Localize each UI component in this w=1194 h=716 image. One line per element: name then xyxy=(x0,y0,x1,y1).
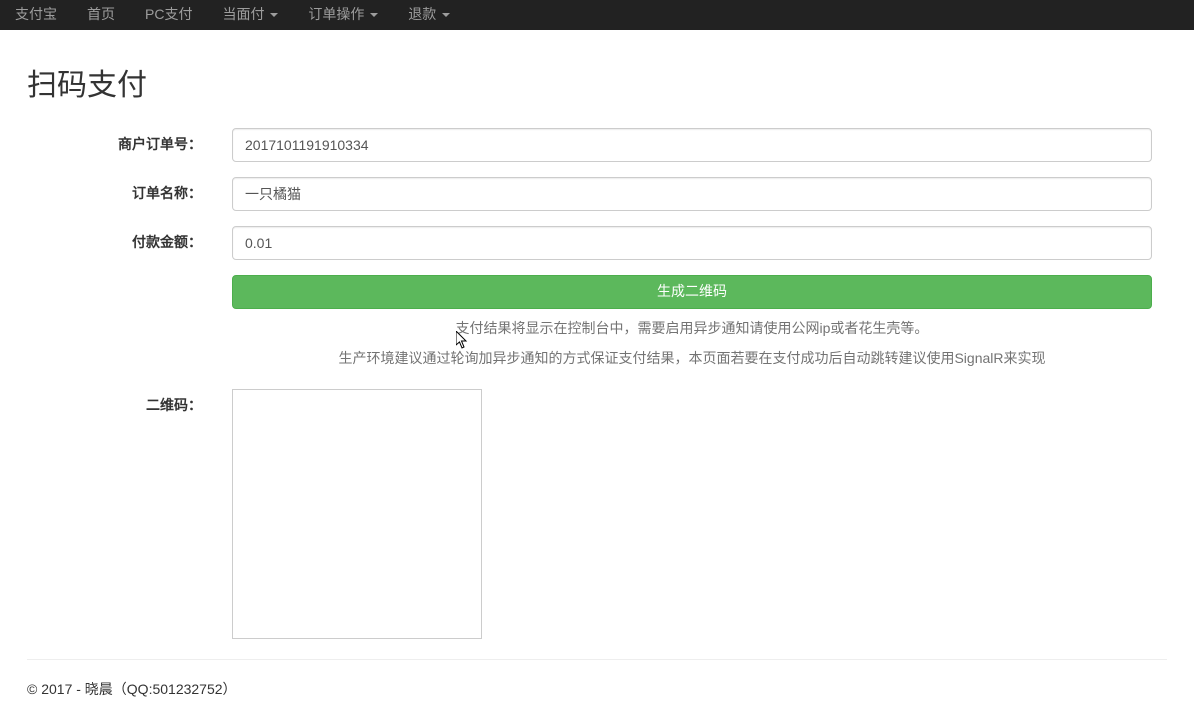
help-text-2: 生产环境建议通过轮询加异步通知的方式保证支付结果，本页面若要在支付成功后自动跳转… xyxy=(232,349,1152,369)
footer-text: © 2017 - 晓晨（QQ:501232752） xyxy=(27,680,1167,700)
order-name-input[interactable] xyxy=(232,177,1152,211)
amount-input[interactable] xyxy=(232,226,1152,260)
generate-qrcode-button[interactable]: 生成二维码 xyxy=(232,275,1152,309)
page-title: 扫码支付 xyxy=(27,65,1167,108)
payment-form: 商户订单号： 订单名称： 付款金额： 生成二维码 支付结果将显示在控制台中，需要… xyxy=(27,128,1167,639)
qrcode-label: 二维码： xyxy=(27,389,217,416)
navbar-nav: 首页 PC支付 当面付 订单操作 退款 xyxy=(72,0,465,30)
qrcode-box xyxy=(232,389,482,639)
top-navbar: 支付宝 首页 PC支付 当面付 订单操作 退款 xyxy=(0,0,1194,30)
order-no-label: 商户订单号： xyxy=(27,135,217,155)
order-name-label: 订单名称： xyxy=(27,184,217,204)
divider xyxy=(27,659,1167,660)
chevron-down-icon xyxy=(270,13,278,17)
chevron-down-icon xyxy=(370,13,378,17)
main-container: 扫码支付 商户订单号： 订单名称： 付款金额： 生成二维码 支付结果将显示在控制… xyxy=(12,30,1182,715)
nav-face-pay[interactable]: 当面付 xyxy=(207,0,293,30)
nav-order-ops[interactable]: 订单操作 xyxy=(293,0,393,30)
navbar-brand[interactable]: 支付宝 xyxy=(15,0,72,30)
nav-home[interactable]: 首页 xyxy=(72,0,130,30)
help-text-1: 支付结果将显示在控制台中，需要启用异步通知请使用公网ip或者花生壳等。 xyxy=(232,319,1152,339)
order-no-input[interactable] xyxy=(232,128,1152,162)
nav-refund[interactable]: 退款 xyxy=(393,0,465,30)
chevron-down-icon xyxy=(442,13,450,17)
nav-pc-pay[interactable]: PC支付 xyxy=(130,0,207,30)
footer: © 2017 - 晓晨（QQ:501232752） xyxy=(27,680,1167,700)
amount-label: 付款金额： xyxy=(27,233,217,253)
